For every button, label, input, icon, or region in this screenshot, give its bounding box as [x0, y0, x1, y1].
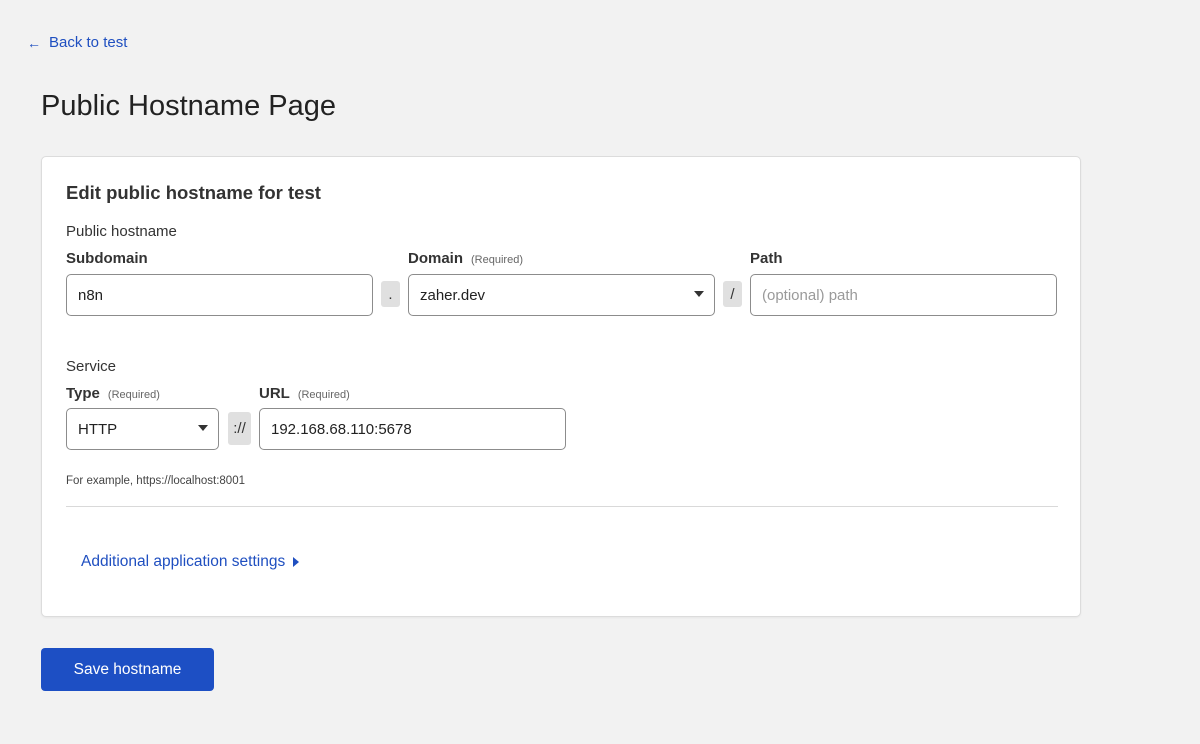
path-label-text: Path — [750, 250, 783, 267]
url-hint: For example, https://localhost:8001 — [66, 475, 245, 487]
domain-select[interactable]: zaher.dev — [408, 274, 715, 316]
type-label-text: Type — [66, 385, 100, 402]
url-input[interactable] — [259, 408, 566, 450]
save-hostname-button[interactable]: Save hostname — [41, 648, 214, 691]
url-label: URL (Required) — [259, 385, 350, 402]
card-title: Edit public hostname for test — [66, 182, 321, 203]
domain-required-tag: (Required) — [471, 254, 523, 266]
type-required-tag: (Required) — [107, 389, 160, 401]
service-section-label: Service — [66, 358, 117, 375]
page-title: Public Hostname Page — [41, 90, 336, 122]
domain-select-value: zaher.dev — [420, 286, 486, 304]
chevron-down-icon — [198, 425, 208, 431]
edit-hostname-card: Edit public hostname for test Public hos… — [41, 156, 1081, 617]
back-link-label: Back to test — [49, 34, 128, 51]
subdomain-label-text: Subdomain — [66, 250, 148, 267]
path-label: Path — [750, 250, 783, 267]
scheme-separator: :// — [228, 412, 251, 445]
back-link[interactable]: ← Back to test — [27, 34, 127, 51]
domain-label-text: Domain — [408, 250, 464, 267]
type-label: Type (Required) — [66, 385, 160, 402]
url-required-tag: (Required) — [297, 389, 350, 401]
subdomain-input[interactable] — [66, 274, 373, 316]
slash-separator: / — [723, 281, 742, 307]
public-hostname-section-label: Public hostname — [66, 223, 177, 240]
dot-separator: . — [381, 281, 400, 307]
domain-label: Domain (Required) — [408, 250, 523, 267]
path-input[interactable] — [750, 274, 1057, 316]
arrow-left-icon: ← — [27, 34, 41, 51]
type-select-value: HTTP — [78, 420, 118, 438]
divider — [66, 506, 1058, 507]
additional-settings-label: Additional application settings — [81, 553, 286, 570]
chevron-down-icon — [694, 291, 704, 297]
caret-right-icon — [293, 557, 300, 567]
subdomain-label: Subdomain — [66, 250, 148, 267]
additional-settings-toggle[interactable]: Additional application settings — [81, 553, 300, 571]
type-select[interactable]: HTTP — [66, 408, 219, 450]
url-label-text: URL — [259, 385, 290, 402]
